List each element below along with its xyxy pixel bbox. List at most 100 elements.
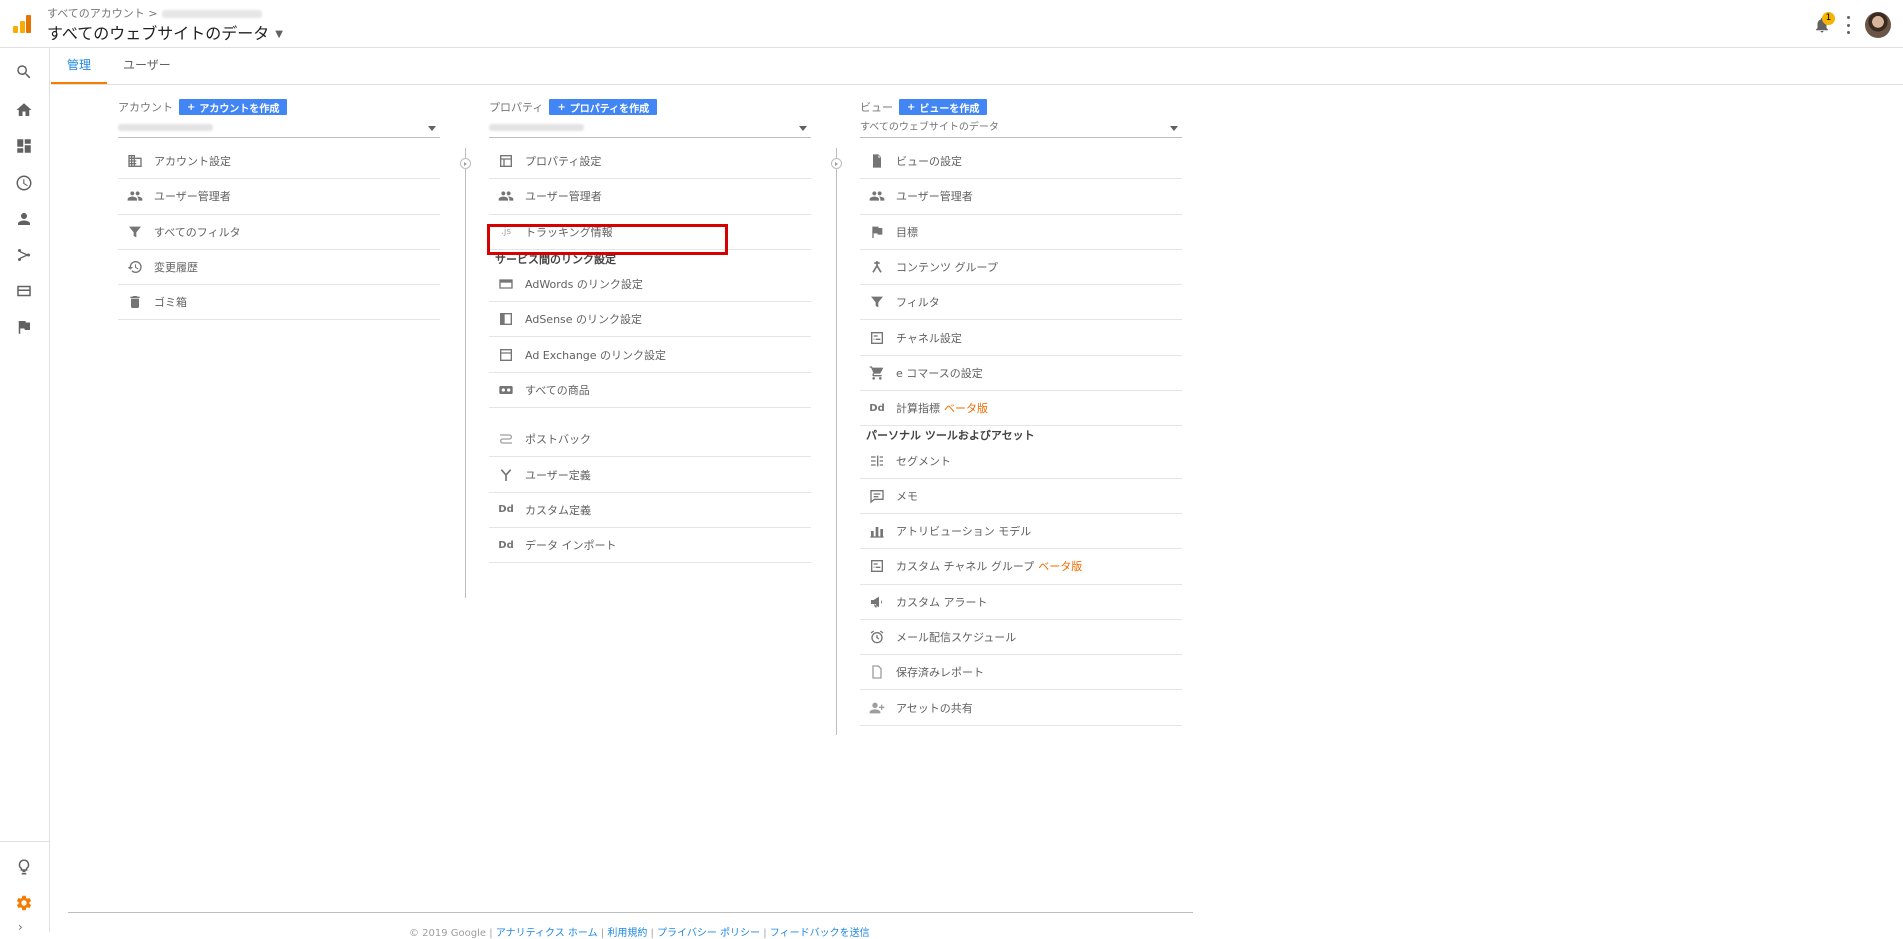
account-settings-item[interactable]: アカウント設定 — [118, 144, 440, 180]
property-settings-item[interactable]: プロパティ設定 — [489, 144, 811, 180]
item-label: すべてのフィルタ — [154, 225, 241, 239]
gear-icon[interactable] — [14, 893, 34, 913]
item-label: アセットの共有 — [896, 701, 973, 715]
share-assets-item[interactable]: アセットの共有 — [860, 690, 1182, 726]
history-icon — [126, 258, 144, 276]
behavior-icon[interactable] — [14, 281, 34, 301]
property-label: プロパティ — [489, 101, 544, 114]
item-label: Ad Exchange のリンク設定 — [525, 348, 667, 362]
breadcrumb[interactable]: すべてのアカウント > — [47, 5, 262, 21]
breadcrumb-all-accounts[interactable]: すべてのアカウント > — [47, 7, 158, 20]
adwords-link-item[interactable]: AdWords のリンク設定 — [489, 267, 811, 303]
filter-icon — [126, 223, 144, 241]
clock-icon[interactable] — [14, 173, 34, 193]
channel-settings-item[interactable]: チャネル設定 — [860, 320, 1182, 356]
adsense-link-item[interactable]: AdSense のリンク設定 — [489, 302, 811, 338]
property-column: プロパティ + プロパティを作成 プロパティ設定 ユーザー管理者 .js トラッキ… — [489, 96, 811, 564]
megaphone-icon — [868, 593, 886, 611]
view-settings-item[interactable]: ビューの設定 — [860, 144, 1182, 180]
item-label: ユーザー定義 — [525, 468, 591, 482]
sidebar-divider — [0, 841, 50, 842]
item-label: ゴミ箱 — [154, 296, 187, 310]
goals-item[interactable]: 目標 — [860, 215, 1182, 250]
data-import-item[interactable]: Dd データ インポート — [489, 528, 811, 564]
products-icon — [497, 381, 515, 399]
dashboard-icon[interactable] — [14, 136, 34, 156]
calculated-metrics-item[interactable]: Dd 計算指標 ベータ版 — [860, 391, 1182, 427]
analytics-logo-icon[interactable] — [12, 14, 32, 34]
highlight-box — [487, 224, 728, 255]
dropdown-arrow-icon — [799, 126, 807, 131]
footer-link-privacy[interactable]: プライバシー ポリシー — [657, 928, 760, 939]
more-options-icon[interactable] — [1845, 16, 1851, 34]
chevron-down-icon: ▼ — [275, 29, 283, 40]
dropdown-arrow-icon — [428, 126, 436, 131]
trash-icon — [126, 293, 144, 311]
personal-tools-heading: パーソナル ツールおよびアセット — [866, 429, 1035, 443]
account-trash-item[interactable]: ゴミ箱 — [118, 285, 440, 321]
create-view-button[interactable]: + ビューを作成 — [899, 99, 988, 115]
account-all-filters-item[interactable]: すべてのフィルタ — [118, 215, 440, 250]
account-name-redacted — [118, 123, 213, 131]
lightbulb-icon[interactable] — [14, 857, 34, 877]
view-selector[interactable]: すべてのウェブサイトのデータ — [860, 120, 1182, 138]
custom-definitions-item[interactable]: Dd カスタム定義 — [489, 493, 811, 528]
scheduled-emails-item[interactable]: メール配信スケジュール — [860, 620, 1182, 656]
attribution-models-item[interactable]: アトリビューション モデル — [860, 514, 1182, 550]
create-property-button[interactable]: + プロパティを作成 — [549, 99, 658, 115]
adexchange-link-item[interactable]: Ad Exchange のリンク設定 — [489, 337, 811, 373]
tab-user[interactable]: ユーザー — [107, 48, 187, 84]
saved-reports-item[interactable]: 保存済みレポート — [860, 655, 1182, 691]
copyright: © 2019 Google | — [409, 928, 493, 939]
view-user-management-item[interactable]: ユーザー管理者 — [860, 179, 1182, 215]
notification-button[interactable]: 1 — [1813, 12, 1835, 35]
account-selector[interactable] — [118, 120, 440, 138]
alarm-icon — [868, 628, 886, 646]
custom-alerts-item[interactable]: カスタム アラート — [860, 585, 1182, 620]
acquisition-icon[interactable] — [14, 245, 34, 265]
collapse-toggle-icon[interactable] — [460, 158, 471, 169]
home-icon[interactable] — [14, 100, 34, 120]
item-label: アカウント設定 — [154, 155, 231, 169]
item-label: カスタム定義 — [525, 503, 591, 517]
item-label: e コマースの設定 — [896, 366, 983, 380]
custom-channel-grouping-item[interactable]: カスタム チャネル グループ ベータ版 — [860, 549, 1182, 585]
footer-link-feedback[interactable]: フィードバックを送信 — [770, 928, 870, 939]
footer-link-analytics-home[interactable]: アナリティクス ホーム — [496, 928, 598, 939]
collapse-toggle-icon[interactable] — [831, 158, 842, 169]
account-change-history-item[interactable]: 変更履歴 — [118, 250, 440, 286]
document-icon — [868, 152, 886, 170]
dd-icon: Dd — [869, 402, 885, 414]
item-label: AdSense のリンク設定 — [525, 313, 643, 327]
bar-chart-icon — [868, 522, 886, 540]
content-grouping-item[interactable]: コンテンツ グループ — [860, 250, 1182, 286]
item-label: フィルタ — [896, 296, 940, 310]
saved-report-icon — [868, 663, 886, 681]
item-label: カスタム チャネル グループ — [896, 560, 1035, 574]
person-icon[interactable] — [14, 209, 34, 229]
tab-admin[interactable]: 管理 — [51, 48, 108, 84]
item-label: チャネル設定 — [896, 331, 962, 345]
annotations-item[interactable]: メモ — [860, 479, 1182, 514]
postback-item[interactable]: ポストバック — [489, 422, 811, 458]
item-label: 計算指標 — [896, 402, 940, 416]
search-icon[interactable] — [14, 62, 34, 82]
item-label: メモ — [896, 489, 918, 503]
view-filters-item[interactable]: フィルタ — [860, 285, 1182, 321]
all-products-item[interactable]: すべての商品 — [489, 373, 811, 409]
footer-link-terms[interactable]: 利用規約 — [607, 928, 647, 939]
create-account-button[interactable]: + アカウントを作成 — [179, 99, 288, 115]
account-user-management-item[interactable]: ユーザー管理者 — [118, 179, 440, 215]
property-selector[interactable] — [489, 120, 811, 138]
avatar[interactable] — [1865, 12, 1891, 38]
people-icon — [868, 187, 886, 205]
ecommerce-settings-item[interactable]: e コマースの設定 — [860, 356, 1182, 392]
flag-icon[interactable] — [14, 317, 34, 337]
account-column: アカウント + アカウントを作成 アカウント設定 ユーザー管理者 すべてのフィルタ… — [118, 96, 440, 321]
user-definition-item[interactable]: ユーザー定義 — [489, 457, 811, 493]
item-label: セグメント — [896, 454, 951, 468]
segments-item[interactable]: セグメント — [860, 443, 1182, 479]
property-view-selector[interactable]: すべてのウェブサイトのデータ ▼ — [47, 20, 283, 44]
content-group-icon — [868, 258, 886, 276]
property-user-management-item[interactable]: ユーザー管理者 — [489, 179, 811, 215]
